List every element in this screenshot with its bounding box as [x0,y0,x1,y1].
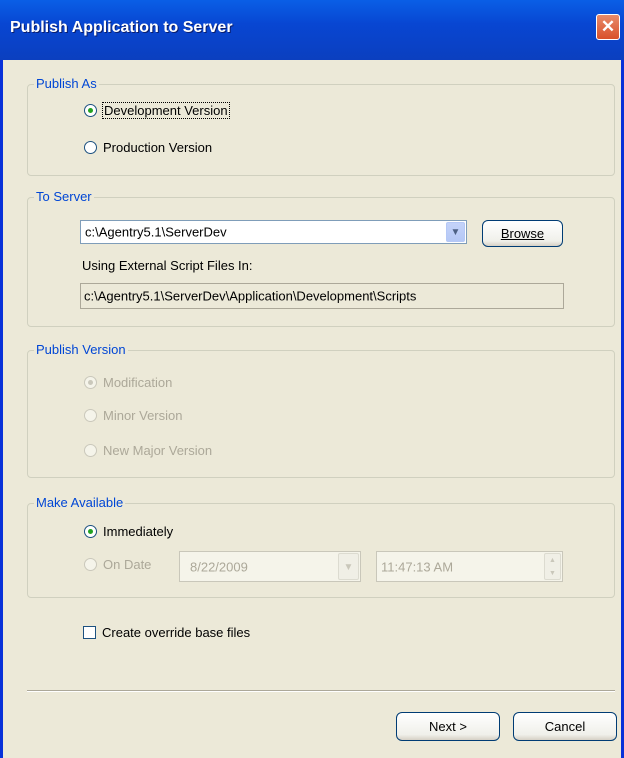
radio-on-date[interactable]: On Date [84,557,151,572]
script-path-value: c:\Agentry5.1\ServerDev\Application\Deve… [84,288,417,304]
radio-button-checked[interactable] [84,376,97,389]
to-server-group: To Server c:\Agentry5.1\ServerDev ▼ Brow… [27,189,615,327]
next-label: Next > [429,719,467,734]
publish-dialog: Publish Application to Server ✕ Publish … [0,0,624,758]
publish-as-group: Publish As Development Version Productio… [27,76,615,176]
script-path-field: c:\Agentry5.1\ServerDev\Application\Deve… [80,283,564,309]
dialog-body: Publish As Development Version Productio… [3,60,621,758]
date-value: 8/22/2009 [190,559,248,574]
to-server-legend: To Server [34,189,94,204]
radio-modification[interactable]: Modification [84,375,172,390]
cancel-button[interactable]: Cancel [513,712,617,741]
radio-label: Production Version [103,140,213,155]
browse-label: Browse [500,226,545,241]
spin-down-icon[interactable]: ▼ [545,567,560,580]
radio-label: Modification [103,375,173,390]
cancel-label: Cancel [544,719,586,734]
make-available-group: Make Available Immediately On Date 8/22/… [27,495,615,598]
script-files-label: Using External Script Files In: [82,258,253,273]
close-icon: ✕ [600,17,616,36]
title-bar[interactable]: Publish Application to Server ✕ [0,0,624,60]
publish-version-legend: Publish Version [34,342,128,357]
server-path-combobox[interactable]: c:\Agentry5.1\ServerDev ▼ [80,220,467,244]
spin-up-icon[interactable]: ▲ [545,554,560,567]
radio-button[interactable] [84,444,97,457]
chevron-down-icon[interactable]: ▼ [338,553,359,580]
radio-button-checked[interactable] [84,525,97,538]
radio-label: Immediately [103,524,174,539]
radio-immediately[interactable]: Immediately [84,524,173,539]
close-button[interactable]: ✕ [596,14,620,40]
radio-button-checked[interactable] [84,104,97,117]
server-path-value: c:\Agentry5.1\ServerDev [85,224,227,240]
radio-minor-version[interactable]: Minor Version [84,408,182,423]
radio-button[interactable] [84,558,97,571]
time-spinner[interactable]: ▲ ▼ [544,553,561,580]
radio-development-version[interactable]: Development Version [84,102,230,119]
next-button[interactable]: Next > [396,712,500,741]
publish-version-group: Publish Version Modification Minor Versi… [27,342,615,478]
radio-label: On Date [103,557,152,572]
time-value: 11:47:13 AM [381,559,454,574]
radio-button[interactable] [84,141,97,154]
make-available-legend: Make Available [34,495,126,510]
override-label: Create override base files [102,625,251,640]
override-checkbox-row[interactable]: Create override base files [83,625,250,640]
time-picker[interactable]: 11:47:13 AM ▲ ▼ [376,551,563,582]
footer-divider [27,690,615,692]
radio-button[interactable] [84,409,97,422]
radio-new-major-version[interactable]: New Major Version [84,443,212,458]
radio-production-version[interactable]: Production Version [84,140,212,155]
browse-button[interactable]: Browse [482,220,563,247]
radio-label: Development Version [102,102,230,119]
date-picker[interactable]: 8/22/2009 ▼ [179,551,361,582]
publish-as-legend: Publish As [34,76,99,91]
dialog-title: Publish Application to Server [10,19,233,36]
chevron-down-icon[interactable]: ▼ [446,222,465,242]
radio-label: New Major Version [103,443,213,458]
radio-label: Minor Version [103,408,183,423]
override-checkbox[interactable] [83,626,96,639]
